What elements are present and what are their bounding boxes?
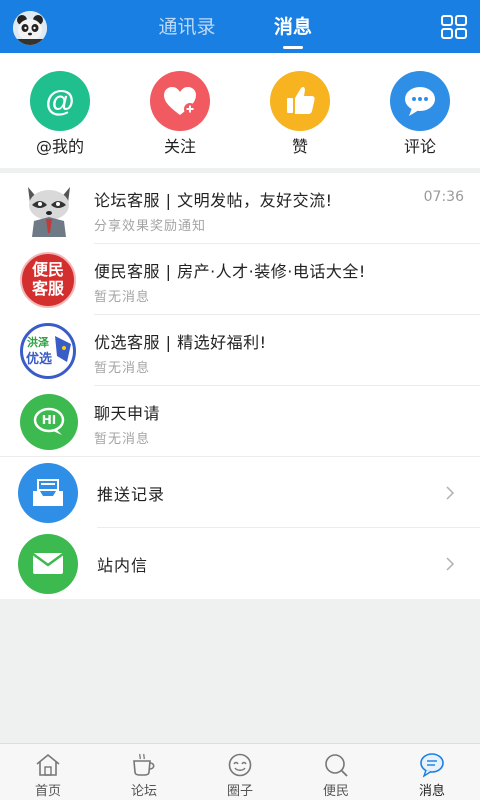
message-row-forum-service[interactable]: 论坛客服 | 文明发帖，友好交流! 分享效果奖励通知 07:36 [0,173,480,244]
bottom-navigation: 首页 论坛 圈子 便民 消息 [0,743,480,800]
envelope-icon [18,534,78,594]
quick-action-label: 赞 [291,137,308,156]
chevron-right-icon [446,486,455,500]
youxuan-logo-icon: 洪泽 优选 [20,323,76,379]
push-records-label: 推送记录 [97,485,166,504]
nav-label: 消息 [418,784,445,799]
nav-home[interactable]: 首页 [0,744,96,800]
message-preview: 暂无消息 [94,361,151,376]
site-mail-label: 站内信 [97,556,149,575]
active-tab-indicator [283,46,303,49]
quick-action-label: @我的 [35,137,84,156]
thumbs-up-icon [270,71,330,131]
message-title: 便民客服 | 房产·人才·装修·电话大全! [94,262,366,281]
message-row-chat-request[interactable]: HI 聊天申请 暂无消息 [0,386,480,457]
message-bubble-icon [420,753,444,778]
comment-icon [390,71,450,131]
quick-action-comments[interactable]: 评论 [370,71,470,161]
quick-action-mentions[interactable]: @ @我的 [10,71,110,161]
message-time: 07:36 [423,189,464,205]
nav-label: 首页 [34,784,61,799]
bianmin-logo-icon: 便民 客服 [20,252,76,308]
smile-circle-icon [228,753,252,777]
quick-action-label: 评论 [403,137,436,156]
user-avatar[interactable] [13,11,47,45]
inbox-tray-icon [18,463,78,523]
bianmin-logo-text: 客服 [31,279,64,298]
message-title: 论坛客服 | 文明发帖，友好交流! [94,191,333,210]
nav-label: 圈子 [226,784,253,799]
raccoon-avatar-icon [28,187,70,237]
quick-action-likes[interactable]: 赞 [250,71,350,161]
quick-action-follow[interactable]: 关注 [130,71,230,161]
quick-action-label: 关注 [163,137,196,156]
nav-forum[interactable]: 论坛 [96,744,192,800]
message-row-youxuan-service[interactable]: 洪泽 优选 优选客服 | 精选好福利! 暂无消息 [0,315,480,386]
tab-messages[interactable]: 消息 [268,13,318,41]
grid-menu-icon[interactable] [441,15,467,39]
chevron-right-icon [446,557,455,571]
panda-avatar-icon [13,11,47,45]
push-records-row[interactable]: 推送记录 [0,457,480,528]
message-title: 聊天申请 [94,404,161,423]
message-preview: 分享效果奖励通知 [94,219,207,234]
quick-actions-bar: @ @我的 关注 赞 评论 [0,53,480,168]
tab-contacts[interactable]: 通讯录 [152,13,222,41]
message-preview: 暂无消息 [94,432,151,447]
svg-text:@: @ [45,85,74,118]
nav-circle[interactable]: 圈子 [192,744,288,800]
top-bar: 通讯录 消息 [0,0,480,53]
nav-label: 论坛 [130,784,157,799]
nav-label: 便民 [322,784,349,799]
nav-messages[interactable]: 消息 [384,744,480,800]
message-list: 论坛客服 | 文明发帖，友好交流! 分享效果奖励通知 07:36 便民 客服 便… [0,173,480,599]
site-mail-row[interactable]: 站内信 [0,528,480,599]
hi-chat-text: HI [41,413,57,427]
bianmin-logo-text: 便民 [31,260,64,279]
nav-bianmin[interactable]: 便民 [288,744,384,800]
youxuan-logo-text: 优选 [26,352,53,367]
message-preview: 暂无消息 [94,290,151,305]
home-icon [36,753,60,776]
search-bubble-icon [325,754,348,777]
coffee-cup-icon [133,753,155,776]
message-title: 优选客服 | 精选好福利! [94,333,267,352]
at-icon: @ [30,71,90,131]
heart-plus-icon [150,71,210,131]
hi-chat-icon: HI [20,394,78,450]
message-row-bianmin-service[interactable]: 便民 客服 便民客服 | 房产·人才·装修·电话大全! 暂无消息 [0,244,480,315]
